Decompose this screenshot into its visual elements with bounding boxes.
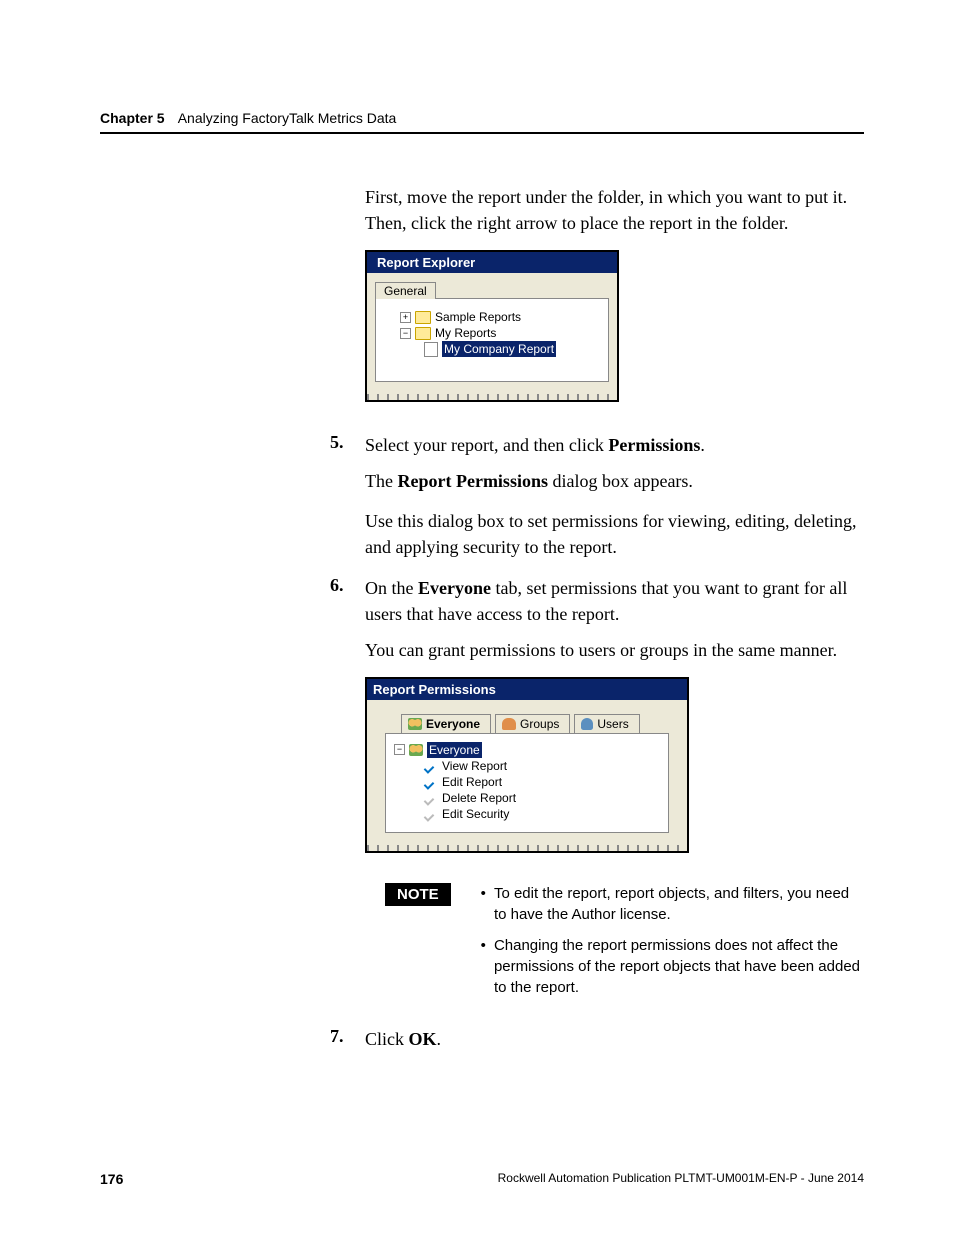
note-bullet-1: • To edit the report, report objects, an… [481, 883, 864, 925]
step-number: 6. [330, 575, 365, 596]
text: Select your report, and then click [365, 435, 608, 455]
tab-label: Everyone [426, 717, 480, 731]
note-bullet-2: • Changing the report permissions does n… [481, 935, 864, 998]
window-title: Report Permissions [367, 679, 687, 700]
expand-icon[interactable]: + [400, 312, 411, 323]
torn-edge [367, 845, 687, 851]
people-icon [408, 718, 422, 730]
chapter-label: Chapter 5 [100, 110, 165, 126]
note-text: Changing the report permissions does not… [494, 935, 864, 998]
step-6: 6. On the Everyone tab, set permissions … [365, 575, 864, 627]
step6-p2: You can grant permissions to users or gr… [365, 637, 864, 663]
step-text: On the Everyone tab, set permissions tha… [365, 575, 864, 627]
permissions-panel: − Everyone View Report Edit Report Delet… [385, 733, 669, 833]
text: On the [365, 578, 418, 598]
tab-groups[interactable]: Groups [495, 714, 570, 733]
text: The [365, 471, 397, 491]
check-icon [424, 760, 438, 772]
report-explorer-window: Report Explorer General + Sample Reports… [365, 250, 619, 402]
perm-label: Edit Security [442, 806, 509, 822]
note-list: • To edit the report, report objects, an… [481, 883, 864, 1008]
page-number: 176 [100, 1171, 123, 1187]
tree-item-my-company-report[interactable]: My Company Report [382, 341, 602, 357]
tree-panel: + Sample Reports − My Reports My Company… [375, 298, 609, 382]
report-permissions-window: Report Permissions Everyone Groups Users… [365, 677, 689, 853]
step-5: 5. Select your report, and then click Pe… [365, 432, 864, 458]
note-block: NOTE • To edit the report, report object… [385, 883, 864, 1008]
page-header: Chapter 5 Analyzing FactoryTalk Metrics … [100, 110, 864, 134]
bullet-icon: • [481, 935, 486, 998]
folder-icon [415, 327, 431, 340]
perm-edit-report[interactable]: Edit Report [394, 774, 660, 790]
perm-label: View Report [442, 758, 507, 774]
bold-text: Permissions [608, 435, 700, 455]
collapse-icon[interactable]: − [400, 328, 411, 339]
people-icon [409, 744, 423, 756]
perm-label: Delete Report [442, 790, 516, 806]
perm-view-report[interactable]: View Report [394, 758, 660, 774]
tab-label: Groups [520, 717, 559, 731]
window-title: Report Explorer [367, 252, 617, 273]
tree-item-my-reports[interactable]: − My Reports [382, 325, 602, 341]
bold-text: Report Permissions [397, 471, 547, 491]
text: dialog box appears. [548, 471, 693, 491]
step-text: Click OK. [365, 1026, 441, 1052]
group-icon [502, 718, 516, 730]
perm-delete-report[interactable]: Delete Report [394, 790, 660, 806]
folder-icon [415, 311, 431, 324]
text: . [437, 1029, 442, 1049]
page-footer: 176 Rockwell Automation Publication PLTM… [100, 1171, 864, 1187]
step-number: 7. [330, 1026, 365, 1047]
step-7: 7. Click OK. [365, 1026, 864, 1052]
intro-paragraph: First, move the report under the folder,… [365, 184, 864, 236]
step5-p3: Use this dialog box to set permissions f… [365, 508, 864, 560]
step-number: 5. [330, 432, 365, 453]
step-text: Select your report, and then click Permi… [365, 432, 705, 458]
tree-label-selected: My Company Report [442, 341, 556, 357]
window-body: General + Sample Reports − My Reports [367, 273, 617, 396]
tab-label: Users [597, 717, 628, 731]
uncheck-icon [424, 808, 438, 820]
tree-label-selected: Everyone [427, 742, 482, 758]
perm-label: Edit Report [442, 774, 502, 790]
page: Chapter 5 Analyzing FactoryTalk Metrics … [0, 0, 954, 1235]
tree-label: Sample Reports [435, 309, 521, 325]
tree-label: My Reports [435, 325, 496, 341]
user-icon [581, 718, 593, 730]
collapse-icon[interactable]: − [394, 744, 405, 755]
tab-everyone[interactable]: Everyone [401, 714, 491, 733]
chapter-subtitle: Analyzing FactoryTalk Metrics Data [178, 110, 397, 126]
bold-text: OK [409, 1029, 437, 1049]
bold-text: Everyone [418, 578, 491, 598]
note-badge: NOTE [385, 883, 451, 906]
step5-p2: The Report Permissions dialog box appear… [365, 468, 864, 494]
content-column: First, move the report under the folder,… [365, 184, 864, 1052]
text: . [700, 435, 705, 455]
tabs-row: Everyone Groups Users [367, 700, 687, 733]
tree-item-sample-reports[interactable]: + Sample Reports [382, 309, 602, 325]
publication-info: Rockwell Automation Publication PLTMT-UM… [498, 1171, 864, 1187]
check-icon [424, 776, 438, 788]
report-icon [424, 342, 438, 357]
bullet-icon: • [481, 883, 486, 925]
tab-general[interactable]: General [375, 282, 436, 299]
perm-edit-security[interactable]: Edit Security [394, 806, 660, 822]
uncheck-icon [424, 792, 438, 804]
note-text: To edit the report, report objects, and … [494, 883, 864, 925]
text: Click [365, 1029, 409, 1049]
perm-root[interactable]: − Everyone [394, 742, 660, 758]
torn-edge [367, 394, 617, 400]
tab-users[interactable]: Users [574, 714, 639, 733]
